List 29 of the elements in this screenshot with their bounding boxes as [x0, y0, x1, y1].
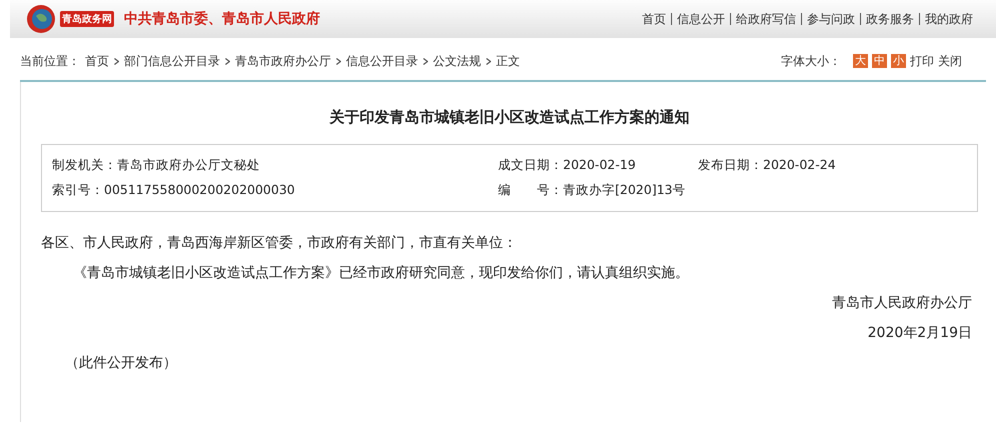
breadcrumb-link[interactable]: 部门信息公开目录	[124, 52, 220, 70]
meta-field: 索引号：005117558000200202000030	[52, 182, 498, 199]
breadcrumb-link[interactable]: 信息公开目录	[346, 52, 418, 70]
meta-field: 发布日期：2020-02-24	[698, 157, 967, 174]
signature: 2020年2月19日	[866, 324, 973, 342]
nav-link[interactable]: 政务服务	[860, 13, 919, 25]
document-title: 关于印发青岛市城镇老旧小区改造试点工作方案的通知	[328, 107, 690, 128]
toolbar-link[interactable]: 打印	[910, 52, 934, 70]
nav-link[interactable]: 给政府写信	[730, 13, 801, 25]
meta-field: 制发机关：青岛市政府办公厅文秘处	[52, 157, 498, 174]
meta-field: 成文日期：2020-02-19	[498, 157, 698, 174]
breadcrumb-link[interactable]: 公文法规	[433, 52, 481, 70]
footnote: （此件公开发布）	[64, 354, 178, 372]
body-paragraph: 《青岛市城镇老旧小区改造试点工作方案》已经市政府研究同意，现印发给你们，请认真组织实施。	[72, 264, 690, 282]
breadcrumb-link[interactable]: 首页	[85, 52, 109, 70]
nav-link[interactable]: 参与问政	[801, 13, 860, 25]
breadcrumb-link[interactable]: 青岛市政府办公厅	[235, 52, 331, 70]
font-size-label: 字体大小：	[781, 52, 841, 70]
breadcrumb-link[interactable]: 正文	[496, 52, 520, 70]
breadcrumb-label: 当前位置：	[20, 52, 80, 70]
nav-link[interactable]: 信息公开	[671, 13, 730, 25]
nav-link[interactable]: 首页	[637, 13, 671, 25]
meta-field: 编 号：青政办字[2020]13号	[498, 182, 698, 199]
signature: 青岛市人民政府办公厅	[831, 294, 973, 312]
salutation: 各区、市人民政府，青岛西海岸新区管委，市政府有关部门，市直有关单位：	[41, 234, 518, 252]
nav-link[interactable]: 我的政府	[919, 13, 978, 25]
logo-text: 青岛政务网	[60, 11, 114, 27]
site-title: 中共青岛市委、青岛市人民政府	[124, 10, 320, 28]
toolbar-link[interactable]: 关闭	[938, 52, 962, 70]
